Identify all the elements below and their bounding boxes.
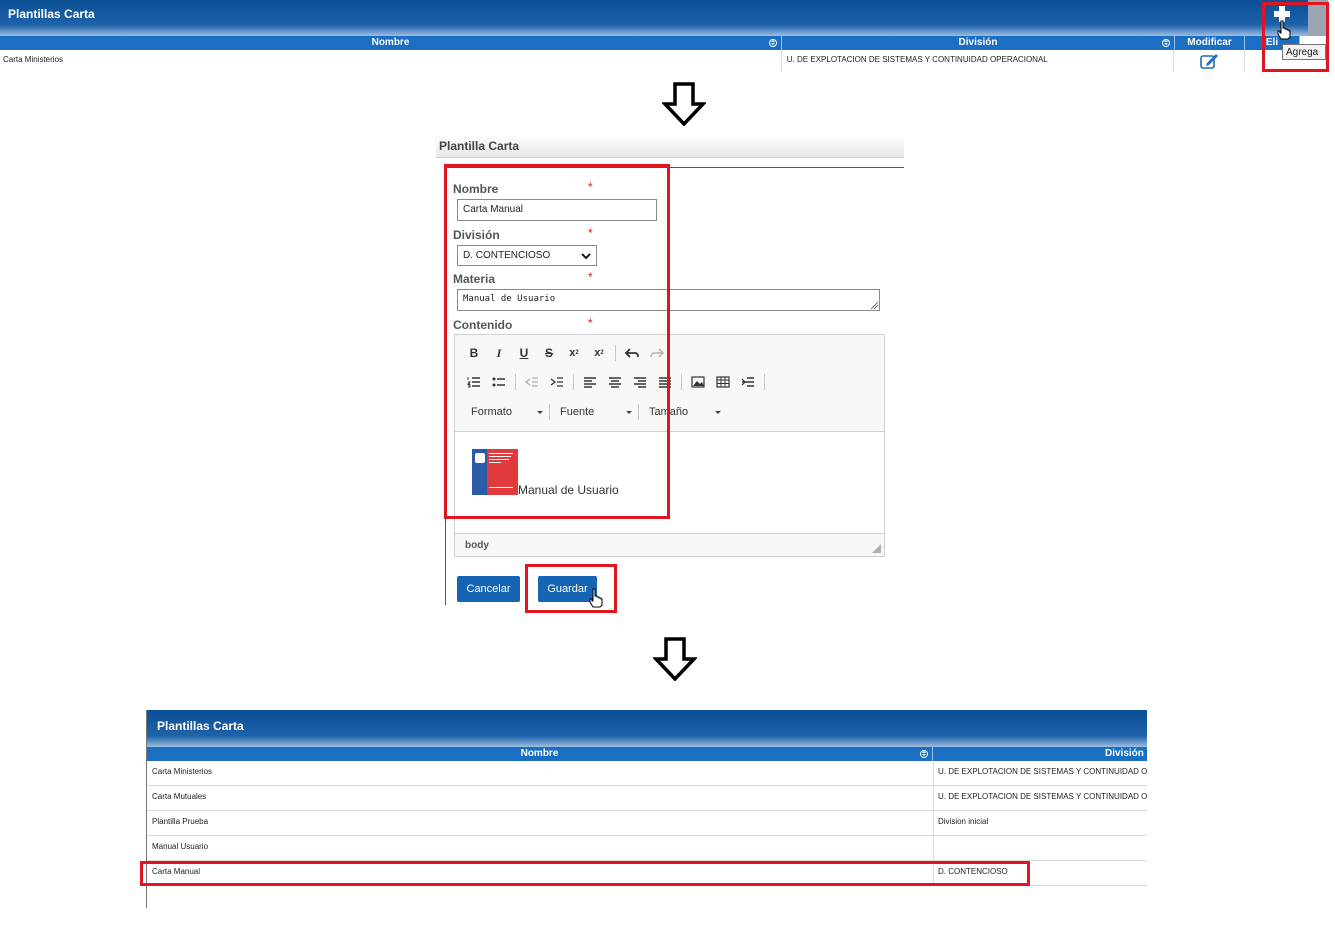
horizontal-line-icon[interactable]: [739, 373, 757, 391]
editor-element-path: body: [465, 540, 489, 551]
table-row[interactable]: Carta Mutuales U. DE EXPLOTACION DE SIST…: [147, 786, 1147, 811]
hand-cursor-icon: [589, 588, 603, 608]
top-grid-column-headers: Nombre División Modificar Eli: [0, 36, 1300, 50]
edit-icon[interactable]: [1199, 52, 1219, 70]
arrow-down-icon: [662, 82, 706, 126]
resize-handle-icon[interactable]: [870, 301, 879, 310]
cell-nombre: Carta Mutuales: [152, 792, 207, 801]
cell-nombre: Carta Ministerios: [3, 55, 64, 64]
toolbar-separator: [764, 374, 765, 390]
form-fields-highlight: [444, 164, 670, 519]
form-title: Plantilla Carta: [439, 139, 520, 153]
table-row[interactable]: Carta Ministerios U. DE EXPLOTACION DE S…: [0, 50, 1300, 72]
chevron-down-icon: [715, 410, 721, 414]
cancel-button[interactable]: Cancelar: [457, 576, 520, 602]
column-header-division[interactable]: División: [782, 36, 1175, 50]
column-header-nombre[interactable]: Nombre: [0, 36, 782, 50]
sort-icon[interactable]: [769, 39, 777, 47]
table-row[interactable]: Plantilla Prueba Division inicial: [147, 811, 1147, 836]
bottom-grid-title: Plantillas Carta: [157, 719, 244, 733]
cell-division: U. DE EXPLOTACION DE SISTEMAS Y CONTINUI…: [933, 761, 1147, 785]
sort-icon[interactable]: [1162, 39, 1170, 47]
resize-handle-icon[interactable]: [872, 544, 881, 553]
cell-nombre: Carta Ministerios: [152, 767, 213, 776]
bottom-grid-column-headers: Nombre División: [147, 747, 1147, 761]
table-row[interactable]: Manual Usuario: [147, 836, 1147, 861]
hand-cursor-icon: [1277, 20, 1291, 40]
cell-division: U. DE EXPLOTACION DE SISTEMAS Y CONTINUI…: [780, 50, 1173, 72]
cell-nombre: Plantilla Prueba: [152, 817, 209, 826]
cell-nombre: Manual Usuario: [152, 842, 209, 851]
add-tooltip: Agrega: [1282, 44, 1326, 60]
top-grid-title: Plantillas Carta: [8, 7, 95, 21]
new-row-highlight: [140, 861, 1030, 886]
toolbar-separator: [681, 374, 682, 390]
table-row[interactable]: Carta Ministerios U. DE EXPLOTACION DE S…: [147, 761, 1147, 786]
bottom-grid-header: Plantillas Carta: [147, 710, 1147, 747]
sort-icon[interactable]: [920, 750, 928, 758]
cell-division: U. DE EXPLOTACION DE SISTEMAS Y CONTINUI…: [933, 786, 1147, 810]
column-header-modificar: Modificar: [1175, 36, 1245, 50]
column-header-nombre[interactable]: Nombre: [147, 747, 933, 761]
image-icon[interactable]: [689, 373, 707, 391]
column-header-division[interactable]: División: [933, 747, 1147, 761]
cell-division: Division inicial: [933, 811, 1147, 835]
form-title-bar: Plantilla Carta: [436, 135, 904, 158]
cell-modificar: [1173, 50, 1244, 72]
table-icon[interactable]: [714, 373, 732, 391]
top-grid-header: Plantillas Carta: [0, 0, 1308, 36]
cell-division: [933, 836, 1147, 860]
arrow-down-icon: [653, 637, 697, 681]
